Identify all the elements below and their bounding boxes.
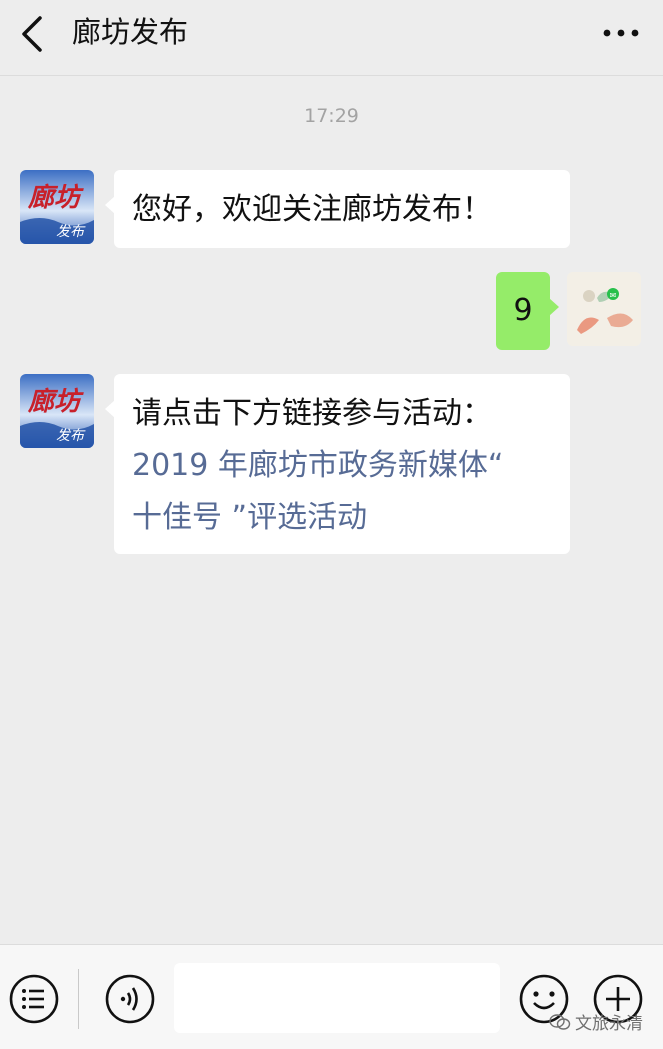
wechat-watermark-icon bbox=[549, 1013, 571, 1030]
watermark-text: 文旅永清 bbox=[575, 1014, 643, 1034]
svg-text:发布: 发布 bbox=[56, 224, 86, 240]
voice-icon bbox=[105, 974, 155, 1024]
message-timestamp: 17:29 bbox=[304, 105, 359, 127]
avatar-logo-text: 廊坊 bbox=[27, 387, 84, 417]
activity-link[interactable]: 2019 年廊坊市政务新媒体“ bbox=[132, 440, 552, 492]
message-text: 您好，欢迎关注廊坊发布！ bbox=[132, 192, 492, 227]
back-button[interactable] bbox=[14, 14, 54, 54]
svg-text:发布: 发布 bbox=[56, 428, 86, 444]
chat-screen: 廊坊发布 17:29 廊坊 发布 您好，欢迎关注廊坊发布！ 9 ✉ 廊坊 发布 … bbox=[0, 0, 663, 1049]
message-text: 请点击下方链接参与活动： bbox=[132, 396, 492, 431]
menu-list-icon bbox=[9, 974, 59, 1024]
avatar-logo-text: 廊坊 bbox=[27, 183, 84, 213]
more-button[interactable] bbox=[601, 18, 641, 48]
message-text: 9 bbox=[513, 293, 533, 328]
input-toolbar: 文旅永清 bbox=[0, 944, 663, 1049]
header-bar: 廊坊发布 bbox=[0, 0, 663, 76]
voice-button[interactable] bbox=[104, 973, 156, 1029]
message-bubble-sent[interactable]: 9 bbox=[496, 272, 559, 350]
menu-button[interactable] bbox=[8, 973, 60, 1029]
message-input[interactable] bbox=[174, 963, 500, 1033]
page-title: 廊坊发布 bbox=[72, 15, 189, 49]
chevron-left-icon bbox=[22, 16, 42, 52]
wechat-icon: ✉ bbox=[610, 291, 617, 300]
more-dots-icon bbox=[603, 29, 639, 37]
message-bubble-received[interactable]: 您好，欢迎关注廊坊发布！ bbox=[105, 170, 570, 248]
activity-link[interactable]: 十佳号 ”评选活动 bbox=[132, 492, 552, 544]
official-avatar[interactable]: 廊坊 发布 bbox=[20, 374, 94, 448]
message-bubble-received[interactable]: 请点击下方链接参与活动： 2019 年廊坊市政务新媒体“ 十佳号 ”评选活动 bbox=[105, 374, 570, 554]
watermark: 文旅永清 bbox=[549, 1009, 643, 1034]
divider bbox=[78, 969, 79, 1029]
user-avatar[interactable]: ✉ bbox=[567, 272, 641, 346]
official-avatar[interactable]: 廊坊 发布 bbox=[20, 170, 94, 244]
